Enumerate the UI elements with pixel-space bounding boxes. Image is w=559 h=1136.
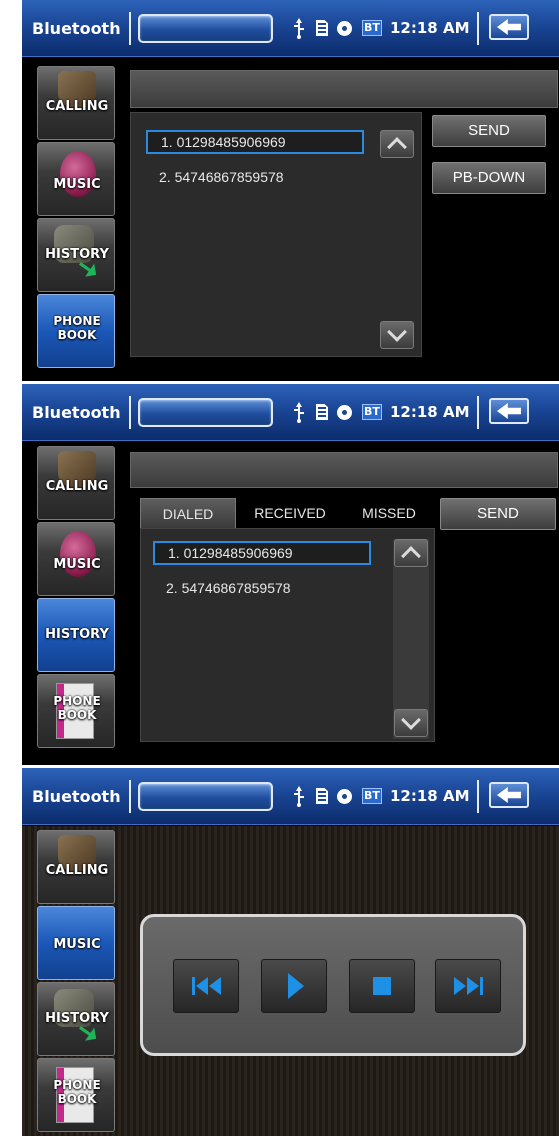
history-list: 1. 01298485906969 2. 54746867859578 xyxy=(140,528,435,742)
play-button[interactable] xyxy=(261,959,327,1013)
music-screen: Bluetooth BT 12:18 AM CALLING MUSIC HIST… xyxy=(22,768,559,1136)
bt-icon: BT xyxy=(362,402,382,422)
back-button[interactable] xyxy=(489,782,529,808)
bt-icon: BT xyxy=(362,18,382,38)
scroll-down-button[interactable] xyxy=(394,709,428,737)
header-display-field[interactable] xyxy=(138,782,273,811)
tab-missed[interactable]: MISSED xyxy=(344,498,434,528)
chevron-down-icon xyxy=(387,322,407,342)
header-divider xyxy=(129,780,131,813)
clock: 12:18 AM xyxy=(390,403,470,421)
send-button[interactable]: SEND xyxy=(440,498,556,530)
clock: 12:18 AM xyxy=(390,19,470,37)
stop-button[interactable] xyxy=(349,959,415,1013)
bt-icon: BT xyxy=(362,786,382,806)
header-bar: Bluetooth BT 12:18 AM xyxy=(22,0,559,57)
header-bar: Bluetooth BT 12:18 AM xyxy=(22,384,559,441)
menu-item-history[interactable]: HISTORY xyxy=(37,598,115,672)
phonebook-screen: Bluetooth BT 12:18 AM CALLING MUSIC HIST… xyxy=(22,0,559,381)
pb-down-button[interactable]: PB-DOWN xyxy=(432,162,546,194)
usb-icon xyxy=(292,786,306,807)
back-button[interactable] xyxy=(489,398,529,424)
header-display-field[interactable] xyxy=(138,398,273,427)
history-screen: Bluetooth BT 12:18 AM CALLING MUSIC HIST… xyxy=(22,384,559,765)
header-divider xyxy=(477,12,479,45)
header-divider xyxy=(129,12,131,45)
menu-item-music[interactable]: MUSIC xyxy=(37,522,115,596)
menu-item-phone-book[interactable]: PHONE BOOK xyxy=(37,674,115,748)
chevron-up-icon xyxy=(387,137,407,157)
disc-icon xyxy=(336,786,352,806)
menu-item-music[interactable]: MUSIC xyxy=(37,906,115,980)
app-title: Bluetooth xyxy=(32,403,121,422)
list-item[interactable]: 1. 01298485906969 xyxy=(146,130,364,154)
list-item[interactable]: 2. 54746867859578 xyxy=(153,577,371,601)
status-bar xyxy=(130,70,558,108)
previous-track-button[interactable] xyxy=(173,959,239,1013)
send-button[interactable]: SEND xyxy=(432,115,546,147)
back-arrow-icon xyxy=(497,19,521,35)
previous-track-icon xyxy=(191,977,195,995)
header-divider xyxy=(477,396,479,429)
header-bar: Bluetooth BT 12:18 AM xyxy=(22,768,559,825)
back-arrow-icon xyxy=(497,403,521,419)
menu-item-phone-book[interactable]: PHONE BOOK xyxy=(37,294,115,368)
next-track-button[interactable] xyxy=(435,959,501,1013)
list-item[interactable]: 2. 54746867859578 xyxy=(146,166,364,190)
header-display-field[interactable] xyxy=(138,14,273,43)
scroll-down-button[interactable] xyxy=(380,321,414,349)
tab-received[interactable]: RECEIVED xyxy=(240,498,340,528)
scroll-up-button[interactable] xyxy=(394,539,428,567)
usb-icon xyxy=(292,18,306,39)
back-button[interactable] xyxy=(489,14,529,40)
next-track-icon xyxy=(453,977,466,995)
usb-icon xyxy=(292,402,306,423)
sd-card-icon xyxy=(315,786,329,806)
menu-item-phone-book[interactable]: PHONE BOOK xyxy=(37,1058,115,1132)
clock: 12:18 AM xyxy=(390,787,470,805)
menu-item-music[interactable]: MUSIC xyxy=(37,142,115,216)
chevron-up-icon xyxy=(401,546,421,566)
chevron-down-icon xyxy=(401,710,421,730)
app-title: Bluetooth xyxy=(32,19,121,38)
list-item[interactable]: 1. 01298485906969 xyxy=(153,541,371,565)
header-divider xyxy=(477,780,479,813)
stop-icon xyxy=(373,977,391,995)
header-divider xyxy=(129,396,131,429)
phonebook-list: 1. 01298485906969 2. 54746867859578 xyxy=(130,112,422,357)
music-player-controls xyxy=(140,914,526,1056)
status-bar xyxy=(130,452,558,488)
sd-card-icon xyxy=(315,402,329,422)
disc-icon xyxy=(336,402,352,422)
menu-item-history[interactable]: HISTORY xyxy=(37,982,115,1056)
menu-item-calling[interactable]: CALLING xyxy=(37,66,115,140)
menu-item-calling[interactable]: CALLING xyxy=(37,830,115,904)
back-arrow-icon xyxy=(497,787,521,803)
menu-item-calling[interactable]: CALLING xyxy=(37,446,115,520)
app-title: Bluetooth xyxy=(32,787,121,806)
sd-card-icon xyxy=(315,18,329,38)
play-icon xyxy=(288,973,304,999)
menu-item-history[interactable]: HISTORY xyxy=(37,218,115,292)
tab-dialed[interactable]: DIALED xyxy=(140,498,236,528)
disc-icon xyxy=(336,18,352,38)
history-tabs: DIALED RECEIVED MISSED xyxy=(140,498,435,528)
scroll-up-button[interactable] xyxy=(380,130,414,158)
